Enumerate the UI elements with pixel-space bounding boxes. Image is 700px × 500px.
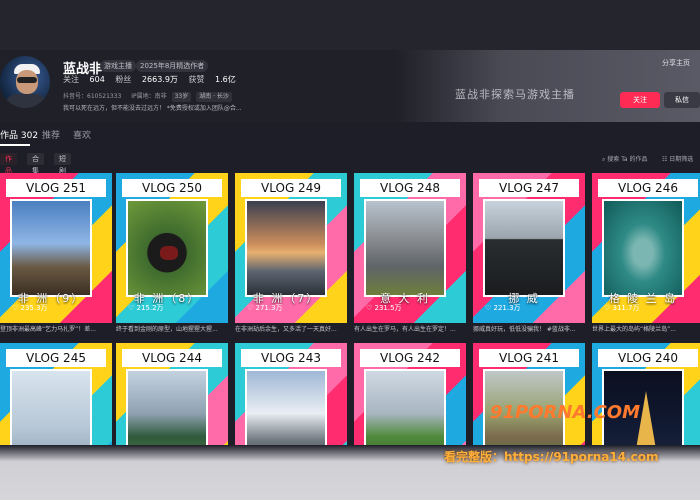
video-card[interactable]: VLOG 250 非 洲（8） ♡ 215.2万 [116,173,228,323]
profile-meta: 抖音号：610521333 IP属地：南非 33岁 湖南 · 长沙 [63,91,232,102]
video-title: VLOG 249 [241,179,341,197]
video-title: VLOG 245 [6,349,106,367]
video-thumbnail [10,199,92,297]
filter-collections[interactable]: 合集 [27,153,44,175]
video-title: VLOG 246 [598,179,698,197]
share-profile-button[interactable]: 分享主页 [662,58,690,68]
video-card[interactable]: VLOG 248 意 大 利 ♡ 231.5万 [354,173,466,323]
video-caption[interactable]: 挪威真好玩，低低没骗我！ #蓝战非... [473,324,585,333]
video-caption[interactable]: 登顶非洲最高峰“乞力马扎罗”！差... [0,324,112,333]
video-title: VLOG 250 [122,179,222,197]
view-count: ♡ 235.3万 [12,304,48,312]
filter-short-dramas[interactable]: 短剧 [54,153,71,175]
view-count: ♡ 311.7万 [604,304,640,312]
video-card[interactable]: VLOG 249 非 洲（7） ♡ 271.3万 [235,173,347,323]
follow-button[interactable]: 关注 [620,92,660,108]
video-caption[interactable]: 世界上最大的岛屿“格陵兰岛”... [592,324,700,333]
watermark-brand: 91PORNA.COM [490,402,640,423]
video-title: VLOG 243 [241,349,341,367]
video-caption[interactable]: 在非洲劫后余生，又多活了一天真好... [235,324,347,333]
video-card[interactable]: VLOG 246 格 陵 兰 岛 ♡ 311.7万 [592,173,700,323]
video-thumbnail [126,199,208,297]
search-works-input[interactable]: ⌕ 搜索 Ta 的作品 [602,154,647,164]
tab-works[interactable]: 作品 302 [0,128,38,141]
stat-following[interactable]: 关注 604 [63,75,105,84]
video-title: VLOG 242 [360,349,460,367]
badge-streamer: 游戏主播 [100,60,136,72]
video-title: VLOG 248 [360,179,460,197]
video-title: VLOG 241 [479,349,579,367]
stat-likes: 获赞 1.6亿 [188,75,236,84]
message-button[interactable]: 私信 [664,92,700,108]
video-thumbnail [483,199,565,297]
profile-banner: 蓝战非探索马游戏主播 [395,50,700,122]
gorilla-mouth [160,246,178,260]
video-thumbnail [602,199,684,297]
stat-followers[interactable]: 粉丝 2663.9万 [115,75,178,84]
ip-location: IP属地：南非 [131,93,167,100]
date-filter-button[interactable]: ☷ 日期筛选 [662,154,693,163]
video-caption[interactable]: 终于看到金刚的原型，山地猩猩大猩... [116,324,228,333]
video-card[interactable]: VLOG 247 挪 威 ♡ 221.3万 [473,173,585,323]
douyin-id: 抖音号：610521333 [63,93,122,100]
city-chip: 湖南 · 长沙 [196,92,232,102]
badge-featured-author: 2025年8月精选作者 [136,60,209,72]
age-chip: 33岁 [171,92,192,102]
video-thumbnail [364,199,446,297]
view-count: ♡ 221.3万 [485,304,521,312]
tab-underline [0,144,30,146]
video-caption[interactable]: 有人出生在罗马，有人出生在罗定！... [354,324,466,333]
top-bar [0,0,700,50]
watermark-line: 看完整版：https://91porna14.com [444,450,659,464]
tab-recommended[interactable]: 推荐 [42,128,60,141]
tab-likes[interactable]: 喜欢 [73,128,91,141]
video-title: VLOG 244 [122,349,222,367]
video-title: VLOG 247 [479,179,579,197]
content-tabs: 作品 302 推荐 喜欢 [0,128,700,144]
profile-stats: 关注 604 粉丝 2663.9万 获赞 1.6亿 [63,74,244,85]
filter-works[interactable]: 作品 [0,153,17,175]
view-count: ♡ 215.2万 [128,304,164,312]
banner-text: 蓝战非探索马游戏主播 [455,88,575,101]
video-title: VLOG 251 [6,179,106,197]
video-card[interactable]: VLOG 251 非 洲（9） ♡ 235.3万 [0,173,112,323]
view-count: ♡ 231.5万 [366,304,402,312]
avatar[interactable] [0,56,50,108]
video-title: VLOG 240 [598,349,698,367]
video-thumbnail [245,199,327,297]
view-count: ♡ 271.3万 [247,304,283,312]
profile-bio: 我可以死在远方，但不能没去过远方！ *免费授权或加入团队@合... [63,105,242,112]
